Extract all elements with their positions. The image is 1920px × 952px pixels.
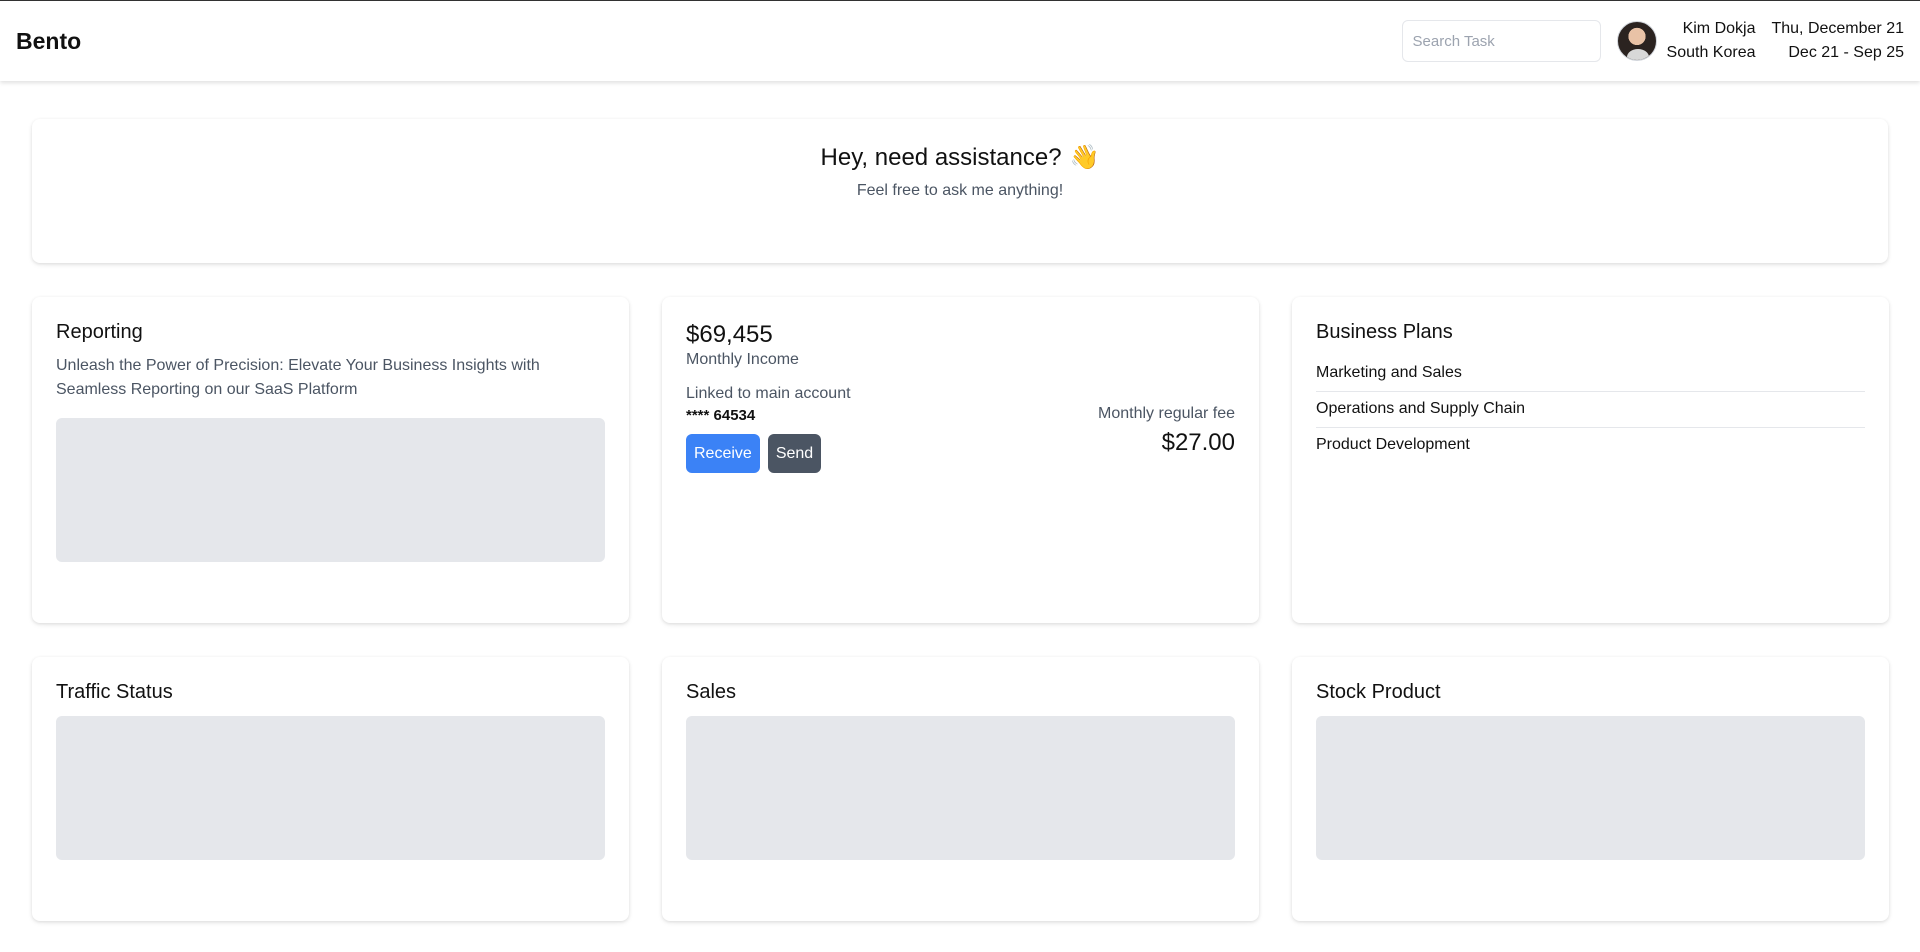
stock-product-card: Stock Product [1292, 657, 1889, 921]
user-name: Kim Dokja [1682, 20, 1756, 37]
reporting-title: Reporting [56, 321, 143, 343]
income-details: Linked to main account **** 64534 Receiv… [686, 385, 1235, 473]
linked-account-label: Linked to main account [686, 385, 851, 402]
main-content: Hey, need assistance? 👋 Feel free to ask… [0, 81, 1920, 921]
assistance-title-text: Hey, need assistance? [820, 143, 1062, 171]
plan-item-operations[interactable]: Operations and Supply Chain [1316, 392, 1865, 428]
traffic-chart-placeholder [56, 716, 605, 860]
search-input[interactable] [1401, 20, 1601, 62]
sales-chart-placeholder [686, 716, 1235, 860]
waving-hand-icon: 👋 [1069, 144, 1100, 171]
business-plans-card: Business Plans Marketing and Sales Opera… [1292, 297, 1889, 623]
reporting-description: Unleash the Power of Precision: Elevate … [56, 357, 540, 398]
tile-grid-row-2: Traffic Status Sales Stock Product [32, 657, 1889, 921]
transfer-buttons: Receive Send [686, 434, 851, 473]
account-number: **** 64534 [686, 407, 756, 424]
tile-grid-row-1: Reporting Unleash the Power of Precision… [32, 297, 1889, 623]
reporting-chart-placeholder [56, 418, 605, 562]
assistance-title: Hey, need assistance? 👋 [821, 143, 1100, 172]
fee-amount: $27.00 [1161, 429, 1235, 456]
reporting-card: Reporting Unleash the Power of Precision… [32, 297, 629, 623]
sales-title: Sales [686, 681, 737, 703]
income-amount: $69,455 [686, 321, 773, 348]
plan-item-product[interactable]: Product Development [1316, 428, 1865, 463]
date-info: Thu, December 21 Dec 21 - Sep 25 [1771, 17, 1904, 65]
stock-chart-placeholder [1316, 716, 1865, 860]
business-plans-title: Business Plans [1316, 321, 1453, 343]
fee-section: Monthly regular fee $27.00 [1098, 385, 1235, 473]
send-button[interactable]: Send [767, 434, 822, 473]
business-plans-list: Marketing and Sales Operations and Suppl… [1316, 356, 1865, 463]
date-range: Dec 21 - Sep 25 [1788, 44, 1904, 61]
avatar[interactable] [1616, 21, 1657, 61]
stock-product-title: Stock Product [1316, 681, 1441, 703]
header-right: Kim Dokja South Korea Thu, December 21 D… [1401, 17, 1904, 65]
fee-label: Monthly regular fee [1098, 405, 1235, 422]
top-header: Bento Kim Dokja South Korea Thu, Decembe… [0, 1, 1920, 81]
assistance-subtitle: Feel free to ask me anything! [856, 182, 1064, 199]
income-label: Monthly Income [686, 351, 799, 368]
traffic-status-title: Traffic Status [56, 681, 173, 703]
assistance-banner: Hey, need assistance? 👋 Feel free to ask… [32, 119, 1888, 263]
app-logo[interactable]: Bento [16, 28, 81, 55]
account-section: Linked to main account **** 64534 Receiv… [686, 385, 851, 473]
receive-button[interactable]: Receive [686, 434, 760, 473]
user-location: South Korea [1666, 44, 1756, 61]
traffic-status-card: Traffic Status [32, 657, 629, 921]
user-info: Kim Dokja South Korea [1667, 17, 1756, 65]
income-card: $69,455 Monthly Income Linked to main ac… [662, 297, 1259, 623]
current-date: Thu, December 21 [1771, 20, 1904, 37]
plan-item-marketing[interactable]: Marketing and Sales [1316, 356, 1865, 392]
sales-card: Sales [662, 657, 1259, 921]
